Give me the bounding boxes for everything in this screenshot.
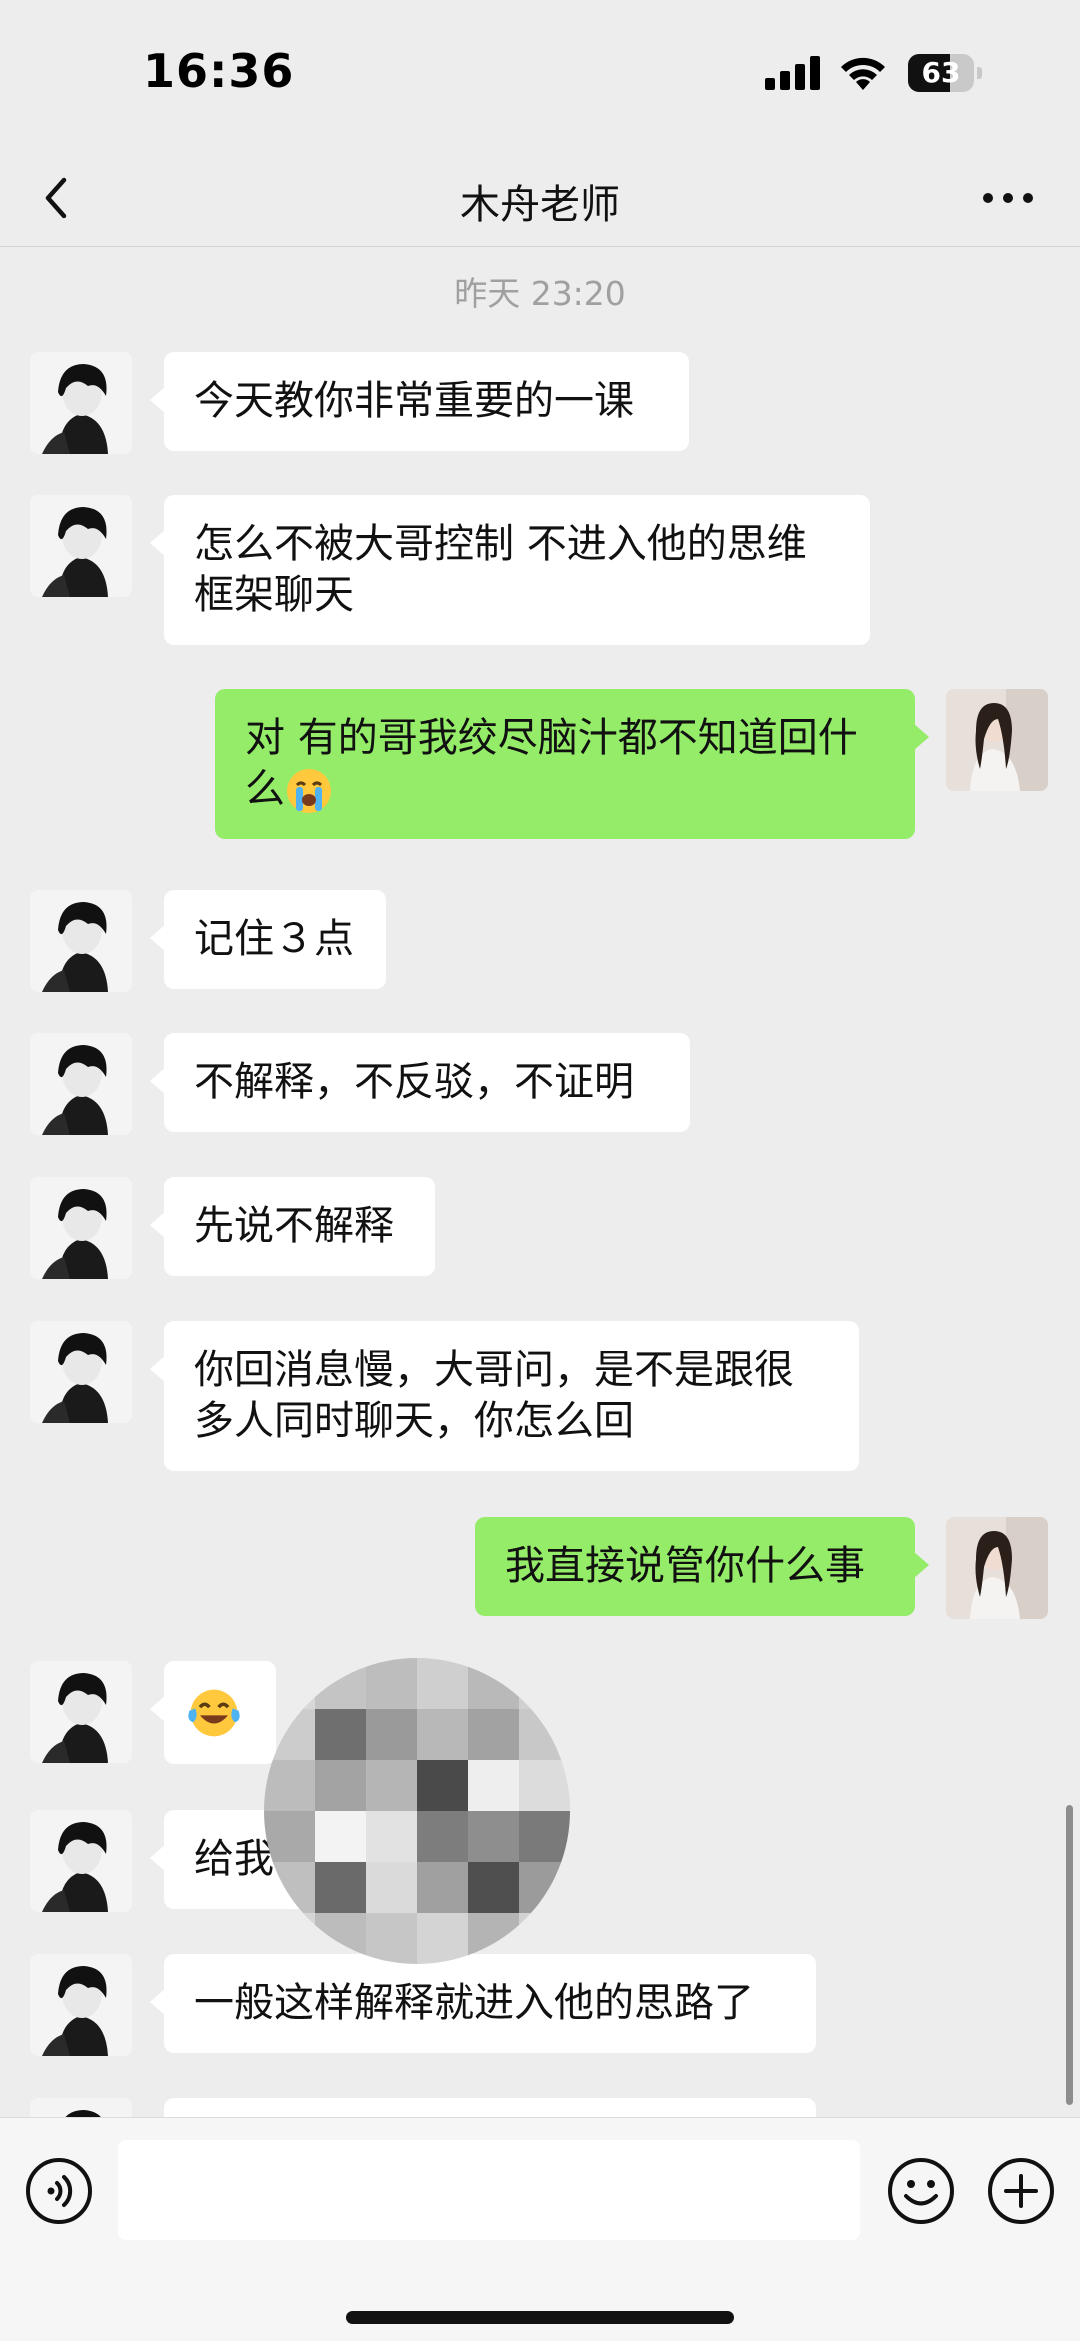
scrollbar[interactable] [1066,1805,1073,2105]
mosaic-pixel [468,1862,521,1915]
tears-of-joy-emoji [188,1689,240,1737]
message-text: 你回消息慢，大哥问，是不是跟很 [194,1347,794,1393]
teacher-avatar[interactable] [30,1033,132,1135]
mosaic-pixel [315,1760,368,1813]
message-text: 不解释，不反驳，不证明 [194,1059,634,1105]
teacher-avatar[interactable] [30,1321,132,1423]
mosaic-pixel [366,1913,419,1964]
message-text: 今天教你非常重要的一课 [194,378,634,424]
message-bubble[interactable]: 记住３点 [150,890,386,989]
my-avatar[interactable] [946,1517,1048,1619]
plus-icon[interactable] [986,2156,1056,2226]
status-bar: 16:36 63 [0,0,1080,150]
mosaic-pixel [468,1709,521,1762]
mosaic-pixel [315,1709,368,1762]
mosaic-pixel [417,1658,470,1711]
message-text: 一般这样解释就进入他的思路了 [194,1980,754,2026]
message-text: 怎么不被大哥控制 不进入他的思维 [194,521,807,567]
mosaic-pixel [264,1811,317,1864]
teacher-avatar[interactable] [30,495,132,597]
mosaic-pixel [417,1811,470,1864]
voice-icon[interactable] [24,2156,94,2226]
battery-icon: 63 [908,54,982,92]
teacher-avatar[interactable] [30,1810,132,1912]
mosaic-pixel [417,1760,470,1813]
mosaic-pixel [519,1760,570,1813]
mosaic-pixel [315,1862,368,1915]
mosaic-censor-overlay [264,1658,570,1964]
mosaic-pixel [264,1760,317,1813]
message-text: 先说不解释 [194,1203,394,1249]
message-bubble[interactable]: 一般这样解释就进入他的思路了 [150,1954,816,2053]
mosaic-pixel [519,1811,570,1864]
status-time: 16:36 [143,44,295,98]
page-title: 木舟老师 [460,182,620,228]
mosaic-pixel [468,1811,521,1864]
teacher-avatar[interactable] [30,1661,132,1763]
message-list[interactable]: 昨天 23:20 今天教你非常重要的一课 怎么不被大哥控制 不进入他的思维 框架… [0,247,1080,2117]
teacher-avatar[interactable] [30,352,132,454]
mosaic-pixel [417,1913,470,1964]
message-bubble[interactable]: 不解释，不反驳，不证明 [150,1033,690,1132]
message-text: 框架聊天 [194,572,354,618]
message-timestamp: 昨天 23:20 [454,274,626,313]
mosaic-pixel [366,1658,419,1711]
message-bubble[interactable] [164,2098,816,2117]
chat-header: 木舟老师 [0,150,1080,247]
mosaic-pixel [468,1760,521,1813]
teacher-avatar[interactable] [30,890,132,992]
my-avatar[interactable] [946,689,1048,791]
more-dots-icon[interactable] [980,178,1036,218]
teacher-avatar[interactable] [30,2098,132,2117]
message-bubble[interactable]: 我直接说管你什么事 [475,1517,929,1616]
message-text: 么 [245,766,285,812]
message-bubble[interactable] [150,1661,276,1764]
signal-icon [765,56,820,90]
message-bubble[interactable]: 对 有的哥我绞尽脑汁都不知道回什 么 [215,689,929,839]
message-text: 对 有的哥我绞尽脑汁都不知道回什 [245,715,858,761]
message-input[interactable] [118,2140,860,2240]
crying-face-emoji [287,769,331,813]
input-bar [0,2117,1080,2341]
mosaic-pixel [468,1658,521,1711]
home-indicator [346,2311,734,2324]
mosaic-pixel [519,1709,570,1762]
message-bubble[interactable]: 怎么不被大哥控制 不进入他的思维 框架聊天 [150,495,870,645]
mosaic-pixel [519,1862,570,1915]
battery-level: 63 [921,56,961,89]
mosaic-pixel [315,1811,368,1864]
chat-screen: 16:36 63 木舟老师 昨天 23:20 今天教你非常重要的一课 怎么不被大… [0,0,1080,2341]
message-text: 多人同时聊天，你怎么回 [194,1398,634,1444]
wifi-icon [841,57,885,90]
mosaic-pixel [417,1862,470,1915]
mosaic-pixel [417,1709,470,1762]
mosaic-pixel [366,1862,419,1915]
emoji-smile-icon[interactable] [886,2156,956,2226]
message-bubble[interactable]: 你回消息慢，大哥问，是不是跟很 多人同时聊天，你怎么回 [150,1321,859,1471]
mosaic-pixel [366,1811,419,1864]
mosaic-pixel [315,1658,368,1711]
message-bubble[interactable]: 先说不解释 [150,1177,435,1276]
message-text: 我直接说管你什么事 [505,1543,865,1589]
message-text: 记住３点 [194,916,354,962]
teacher-avatar[interactable] [30,1177,132,1279]
message-bubble[interactable]: 今天教你非常重要的一课 [150,352,689,451]
mosaic-pixel [366,1760,419,1813]
mosaic-pixel [519,1658,570,1711]
teacher-avatar[interactable] [30,1954,132,2056]
mosaic-pixel [366,1709,419,1762]
